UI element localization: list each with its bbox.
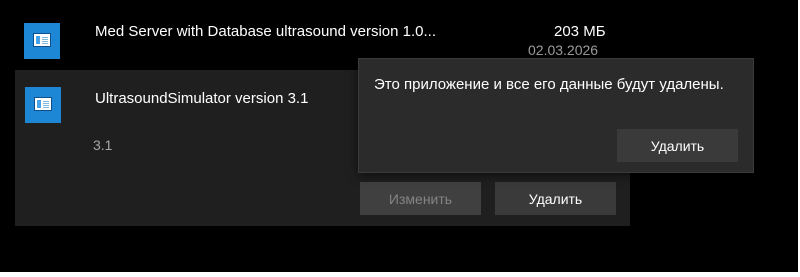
- confirm-message: Это приложение и все его данные будут уд…: [374, 76, 724, 93]
- confirm-uninstall-button[interactable]: Удалить: [617, 129, 738, 162]
- app-list-item-med-server[interactable]: Med Server with Database ultrasound vers…: [0, 0, 630, 66]
- app-list-window: Med Server with Database ultrasound vers…: [0, 0, 798, 272]
- app-install-date: 02.03.2026: [528, 42, 599, 58]
- app-window-icon: [25, 87, 61, 123]
- app-version: 3.1: [93, 137, 113, 153]
- uninstall-confirm-flyout: Это приложение и все его данные будут уд…: [358, 58, 754, 173]
- modify-button[interactable]: Изменить: [360, 182, 481, 215]
- app-size: 203 МБ: [554, 23, 606, 40]
- app-window-icon: [24, 23, 60, 59]
- app-name: Med Server with Database ultrasound vers…: [95, 23, 437, 40]
- app-name: UltrasoundSimulator version 3.1: [95, 90, 309, 107]
- uninstall-button[interactable]: Удалить: [495, 182, 616, 215]
